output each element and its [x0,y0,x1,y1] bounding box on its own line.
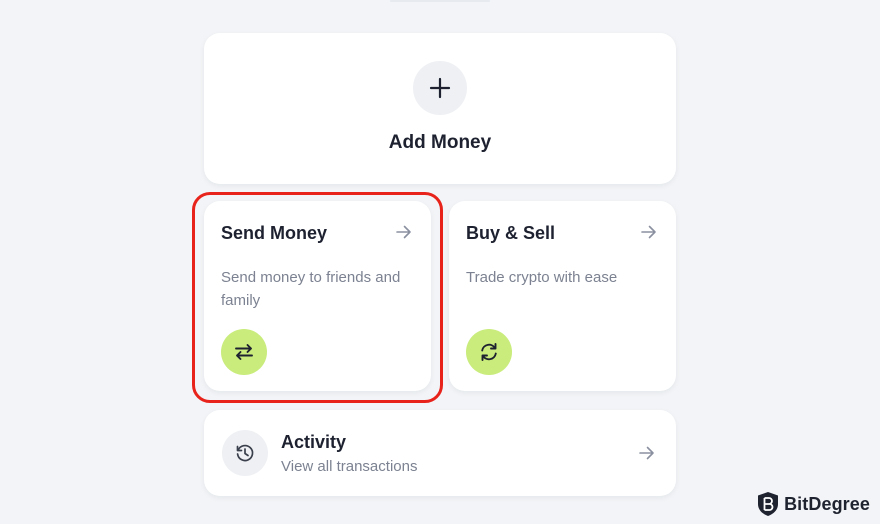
send-money-title: Send Money [221,223,328,243]
buy-sell-title: Buy & Sell [466,223,556,243]
arrow-right-icon [639,446,654,460]
buy-sell-card[interactable]: Buy & Sell Trade crypto with ease [449,201,676,391]
history-icon [222,430,268,476]
swap-arrows-icon [221,329,267,375]
activity-title: Activity [281,432,347,452]
add-money-card[interactable]: Add Money [204,33,676,184]
arrow-right-icon [396,225,411,239]
activity-card[interactable]: Activity View all transactions [204,410,676,496]
top-edge-divider [390,0,490,2]
buy-sell-description: Trade crypto with ease [466,269,618,286]
send-money-card[interactable]: Send Money Send money to friends and fam… [204,201,431,391]
bitdegree-watermark: BitDegree [757,491,870,517]
activity-subtitle: View all transactions [281,458,418,475]
refresh-icon [466,329,512,375]
add-money-label: Add Money [388,132,492,153]
plus-icon [413,61,467,115]
watermark-text: BitDegree [784,493,870,514]
bitdegree-logo-icon [758,492,779,516]
arrow-right-icon [641,225,656,239]
send-money-description: Send money to friends and family [221,269,401,309]
